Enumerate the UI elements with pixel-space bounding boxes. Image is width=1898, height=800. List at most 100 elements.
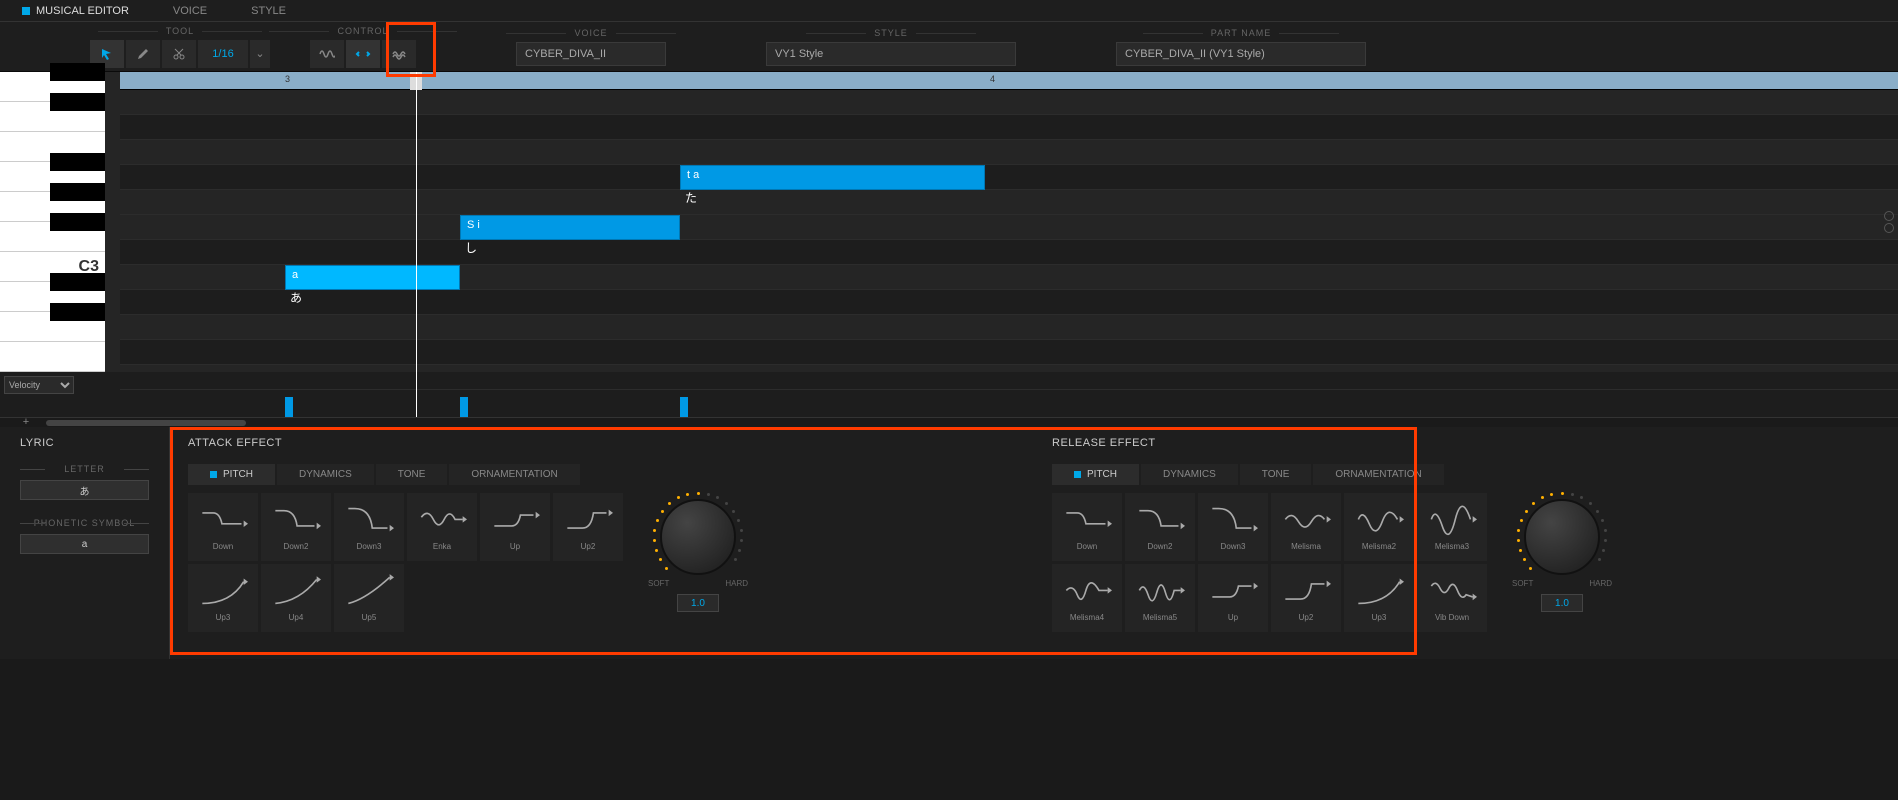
note-grid[interactable]: 3 4 aあ S iし t aた [120,72,1898,372]
note-si[interactable]: S iし [460,215,680,240]
preset-up4[interactable]: Up4 [261,564,331,632]
piano-keyboard[interactable]: C3 [0,72,105,372]
preset-down[interactable]: Down [1052,493,1122,561]
horizontal-scroll[interactable]: + [0,417,1898,427]
velocity-track[interactable] [120,372,1898,417]
preset-label: Up2 [581,542,596,551]
style-field-label: STYLE [874,28,908,38]
preset-label: Up3 [1372,613,1387,622]
vel-bar[interactable] [285,397,293,417]
style-field[interactable] [766,42,1016,66]
preset-melisma4[interactable]: Melisma4 [1052,564,1122,632]
preset-label: Up5 [362,613,377,622]
pencil-tool[interactable] [126,40,160,68]
voice-field-label: VOICE [574,28,607,38]
control-group-label: CONTROL [337,26,388,36]
attack-tab-ornamentation[interactable]: ORNAMENTATION [449,464,579,485]
tab-musical-editor[interactable]: MUSICAL EDITOR [0,0,151,21]
preset-up[interactable]: Up [480,493,550,561]
preset-label: Down2 [1148,542,1173,551]
release-tab-dynamics[interactable]: DYNAMICS [1141,464,1238,485]
quantize-dropdown[interactable]: ⌄ [250,40,270,68]
c3-label: C3 [79,258,99,276]
release-knob-value[interactable] [1541,594,1583,612]
quantize-value[interactable]: 1/16 [198,40,248,68]
release-tab-ornamentation[interactable]: ORNAMENTATION [1313,464,1443,485]
preset-label: Up3 [216,613,231,622]
preset-up5[interactable]: Up5 [334,564,404,632]
attack-tab-tone[interactable]: TONE [376,464,448,485]
letter-input[interactable] [20,480,149,500]
preset-down3[interactable]: Down3 [1198,493,1268,561]
preset-label: Up2 [1299,613,1314,622]
vibrato-control[interactable] [382,40,416,68]
preset-up3[interactable]: Up3 [188,564,258,632]
letter-label: LETTER [20,464,149,474]
preset-vib-down[interactable]: Vib Down [1417,564,1487,632]
partname-field[interactable] [1116,42,1366,66]
note-lyric: あ [290,289,302,306]
tab-voice[interactable]: VOICE [151,0,229,21]
preset-up2[interactable]: Up2 [553,493,623,561]
vertical-zoom[interactable] [1884,211,1894,233]
preset-label: Down3 [357,542,382,551]
vel-bar[interactable] [680,397,688,417]
preset-enka[interactable]: Enka [407,493,477,561]
preset-down2[interactable]: Down2 [1125,493,1195,561]
note-a[interactable]: aあ [285,265,460,290]
tab-style[interactable]: STYLE [229,0,308,21]
preset-label: Up [510,542,520,551]
preset-up3[interactable]: Up3 [1344,564,1414,632]
preset-melisma[interactable]: Melisma [1271,493,1341,561]
preset-label: Melisma4 [1070,613,1104,622]
preset-down[interactable]: Down [188,493,258,561]
voice-field[interactable] [516,42,666,66]
phonetic-label: PHONETIC SYMBOL [20,518,149,528]
toolbar: TOOL 1/16 ⌄ CONTROL VOICE STYLE PART NAM… [0,22,1898,72]
piano-roll: C3 3 4 aあ S iし t aた [0,72,1898,372]
preset-label: Vib Down [1435,613,1469,622]
preset-down2[interactable]: Down2 [261,493,331,561]
attack-knob-value[interactable] [677,594,719,612]
bottom-panel: LYRIC LETTER PHONETIC SYMBOL ATTACK EFFE… [0,427,1898,659]
phonetic-input[interactable] [20,534,149,554]
preset-up[interactable]: Up [1198,564,1268,632]
preset-melisma2[interactable]: Melisma2 [1344,493,1414,561]
add-lane-button[interactable]: + [20,418,32,428]
preset-label: Melisma2 [1362,542,1396,551]
cut-tool[interactable] [162,40,196,68]
preset-melisma5[interactable]: Melisma5 [1125,564,1195,632]
attack-title: ATTACK EFFECT [188,437,1016,449]
preset-label: Down [213,542,233,551]
release-tab-pitch[interactable]: PITCH [1052,464,1139,485]
top-tabs: MUSICAL EDITOR VOICE STYLE [0,0,1898,22]
note-ta[interactable]: t aた [680,165,985,190]
timeline-ruler[interactable]: 3 4 [120,72,1898,90]
preset-label: Up4 [289,613,304,622]
preset-label: Up [1228,613,1238,622]
preset-up2[interactable]: Up2 [1271,564,1341,632]
preset-label: Melisma [1291,542,1321,551]
tool-group-label: TOOL [166,26,194,36]
attack-tab-pitch[interactable]: PITCH [188,464,275,485]
playhead [416,372,417,417]
preset-label: Enka [433,542,451,551]
preset-down3[interactable]: Down3 [334,493,404,561]
expression-control[interactable] [346,40,380,68]
ruler-marker-4: 4 [990,74,995,84]
wave-control[interactable] [310,40,344,68]
ruler-marker-3: 3 [285,74,290,84]
vel-bar[interactable] [460,397,468,417]
lyric-title: LYRIC [20,437,149,449]
scroll-thumb[interactable] [46,420,246,426]
lyric-panel: LYRIC LETTER PHONETIC SYMBOL [0,427,170,659]
velocity-select[interactable]: Velocity [4,376,74,394]
partname-field-label: PART NAME [1211,28,1272,38]
velocity-lane: Velocity [0,372,1898,417]
note-lyric: た [685,189,697,206]
preset-label: Down2 [284,542,309,551]
preset-melisma3[interactable]: Melisma3 [1417,493,1487,561]
release-tab-tone[interactable]: TONE [1240,464,1312,485]
playhead [416,72,417,372]
attack-tab-dynamics[interactable]: DYNAMICS [277,464,374,485]
